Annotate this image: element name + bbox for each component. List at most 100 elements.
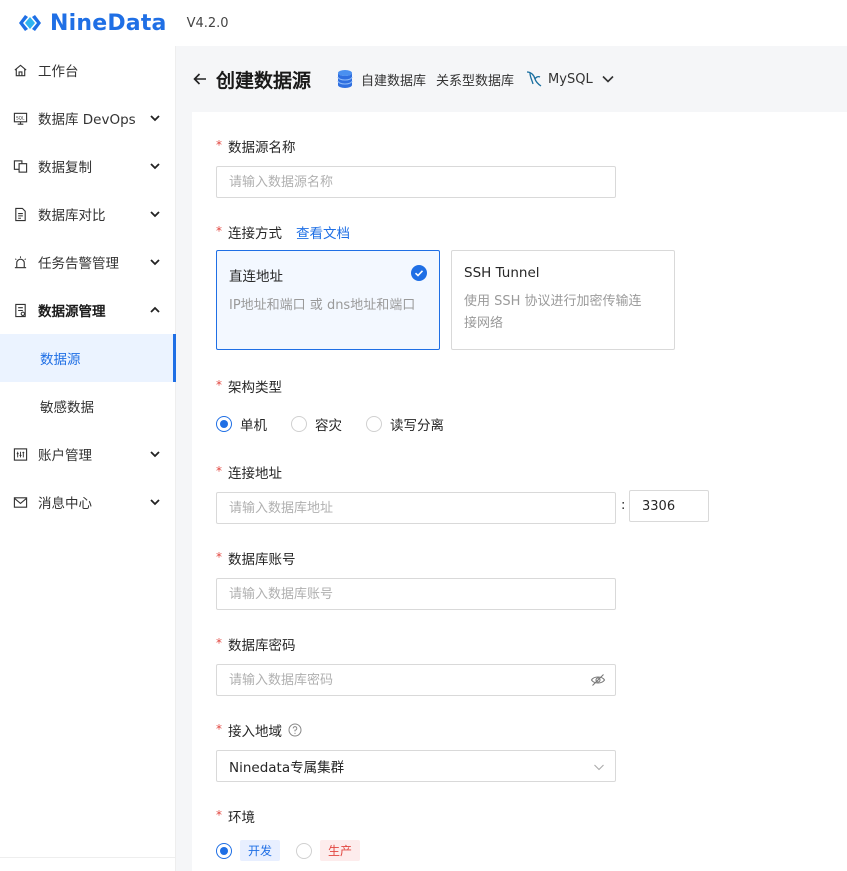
chevron-down-icon: [150, 499, 160, 506]
datasource-name-input[interactable]: [216, 166, 616, 198]
sidebar-item-label: 数据库 DevOps: [38, 112, 136, 128]
mysql-dolphin-icon: [526, 71, 542, 87]
account-input[interactable]: [216, 578, 616, 610]
required-mark: *: [216, 722, 222, 736]
alarm-icon: [12, 254, 28, 270]
monitor-sql-icon: SQL: [12, 110, 28, 126]
sidebar-footer: [0, 857, 176, 871]
field-region: * 接入地域 Ninedata专属集群: [216, 720, 616, 782]
svg-text:SQL: SQL: [16, 115, 25, 120]
address-label: 连接地址: [228, 466, 282, 482]
sidebar-item-replication[interactable]: 数据复制: [0, 142, 175, 190]
port-separator: :: [621, 498, 626, 513]
sidebar-item-alarm[interactable]: 任务告警管理: [0, 238, 175, 286]
field-address: * 连接地址: [216, 462, 616, 524]
sidebar-item-label: 工作台: [38, 64, 79, 80]
help-circle-icon[interactable]: [288, 723, 302, 737]
back-arrow-icon[interactable]: [192, 71, 208, 87]
password-input[interactable]: [216, 664, 616, 696]
radio-label[interactable]: 容灾: [315, 414, 342, 434]
password-label: 数据库密码: [228, 638, 296, 654]
sidebar-item-account[interactable]: 账户管理: [0, 430, 175, 478]
sidebar-item-label: 任务告警管理: [38, 256, 119, 272]
db-type-label[interactable]: MySQL: [548, 72, 593, 87]
port-input[interactable]: [629, 490, 709, 522]
field-label: * 数据源名称: [216, 136, 616, 156]
connection-option-direct[interactable]: 直连地址 IP地址和端口 或 dns地址和端口: [216, 250, 440, 350]
option-title: 直连地址: [229, 269, 283, 285]
sidebar-subitem-sensitive-data[interactable]: 敏感数据: [0, 382, 175, 430]
breadcrumb-self-hosted: 自建数据库: [361, 73, 427, 89]
field-name: * 数据源名称: [216, 136, 616, 198]
option-desc-line1: 使用 SSH 协议进行加密传输连: [464, 294, 642, 309]
sidebar-item-label: 数据源管理: [38, 304, 106, 320]
required-mark: *: [216, 224, 222, 238]
radio-env-prod[interactable]: [296, 842, 313, 859]
home-icon: [12, 62, 28, 78]
chevron-up-icon: [150, 306, 160, 313]
sidebar-item-label: 消息中心: [38, 496, 92, 512]
page-header: 创建数据源 自建数据库 关系型数据库 MySQL: [176, 46, 847, 112]
architecture-radio-group: 单机 容灾 读写分离: [216, 414, 468, 434]
account-label: 数据库账号: [228, 552, 296, 568]
datasource-icon: [12, 302, 28, 318]
app-logo[interactable]: NineData: [16, 9, 167, 37]
radio-read-write-split[interactable]: [366, 416, 382, 432]
connection-option-ssh[interactable]: SSH Tunnel 使用 SSH 协议进行加密传输连 接网络: [451, 250, 675, 350]
required-mark: *: [216, 550, 222, 564]
field-label: * 连接方式 查看文档: [216, 222, 350, 242]
field-label: * 架构类型: [216, 376, 468, 396]
field-label: * 连接地址: [216, 462, 616, 482]
region-select[interactable]: Ninedata专属集群: [216, 750, 616, 782]
compare-doc-icon: [12, 206, 28, 222]
env-tag-prod[interactable]: 生产: [320, 840, 361, 861]
required-mark: *: [216, 378, 222, 392]
radio-label[interactable]: 读写分离: [390, 414, 444, 434]
address-input[interactable]: [216, 492, 616, 524]
field-architecture: * 架构类型 单机 容灾 读写分离: [216, 376, 468, 434]
radio-env-dev[interactable]: [216, 842, 232, 859]
account-icon: [12, 446, 28, 462]
sidebar-subitem-datasource[interactable]: 数据源: [0, 334, 176, 382]
chevron-down-icon: [150, 115, 160, 122]
required-mark: *: [216, 636, 222, 650]
page-title: 创建数据源: [216, 69, 312, 92]
required-mark: *: [216, 808, 222, 822]
sidebar-item-datasource-mgmt[interactable]: 数据源管理: [0, 286, 175, 334]
field-password: * 数据库密码: [216, 634, 616, 696]
chevron-down-icon[interactable]: [601, 72, 615, 86]
architecture-label: 架构类型: [228, 380, 282, 396]
form-card: * 数据源名称 * 连接方式查看文档 直连地址 IP地址和端口 或 dns地址和端口…: [192, 112, 847, 871]
region-label: 接入地域: [228, 724, 282, 740]
field-label: * 数据库账号: [216, 548, 616, 568]
ninedata-logo-icon: [19, 15, 41, 31]
radio-label[interactable]: 单机: [240, 414, 267, 434]
environment-label: 环境: [228, 810, 255, 826]
option-desc-line2: 接网络: [464, 316, 504, 331]
app-name: NineData: [50, 10, 167, 36]
sidebar-item-compare[interactable]: 数据库对比: [0, 190, 175, 238]
env-tag-dev[interactable]: 开发: [240, 840, 281, 861]
connection-label: 连接方式: [228, 226, 282, 242]
view-docs-link[interactable]: 查看文档: [296, 222, 350, 242]
breadcrumb-relational: 关系型数据库: [436, 73, 515, 89]
field-connection: * 连接方式 查看文档: [216, 222, 350, 242]
sidebar-item-workbench[interactable]: 工作台: [0, 46, 175, 94]
field-label: * 数据库密码: [216, 634, 616, 654]
chevron-down-icon: [150, 163, 160, 170]
chevron-down-icon: [150, 451, 160, 458]
app-version: V4.2.0: [186, 15, 229, 31]
eye-off-icon[interactable]: [590, 672, 606, 688]
region-selected-value: Ninedata专属集群: [229, 760, 345, 776]
sidebar-item-devops[interactable]: SQL 数据库 DevOps: [0, 94, 175, 142]
sidebar-item-label: 账户管理: [38, 448, 92, 464]
radio-disaster-recovery[interactable]: [291, 416, 307, 432]
top-bar: NineData V4.2.0: [0, 0, 847, 46]
sidebar-item-messages[interactable]: 消息中心: [0, 478, 175, 526]
check-circle-icon: [411, 265, 427, 281]
radio-standalone[interactable]: [216, 416, 232, 432]
password-wrapper: [216, 664, 616, 696]
sidebar-item-label: 数据复制: [38, 160, 92, 176]
required-mark: *: [216, 138, 222, 152]
field-label: * 环境: [216, 806, 376, 826]
